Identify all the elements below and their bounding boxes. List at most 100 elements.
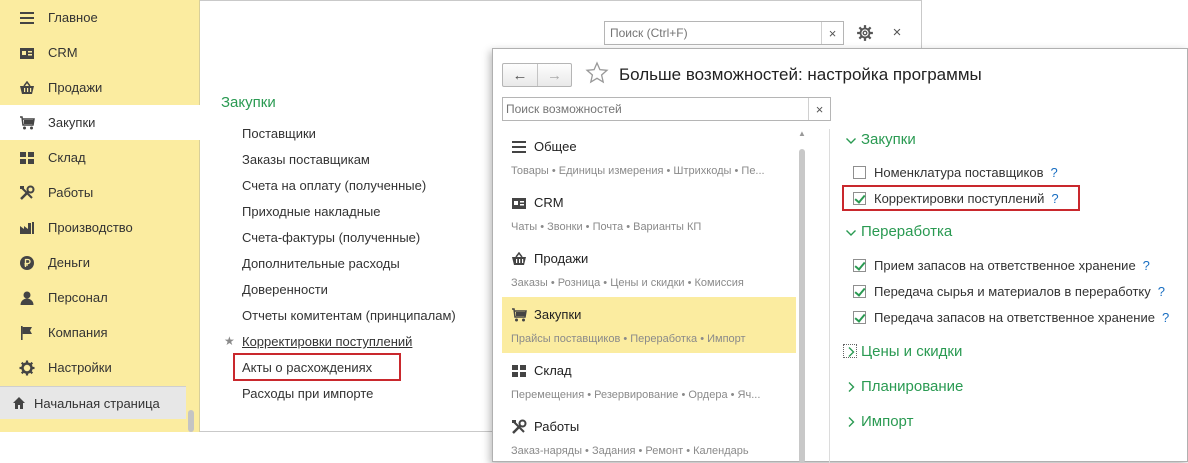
warehouse-grid-icon bbox=[510, 362, 528, 380]
forward-arrow-icon[interactable]: → bbox=[536, 64, 571, 86]
features-search-input[interactable] bbox=[503, 98, 808, 120]
category-label: Работы bbox=[534, 419, 580, 434]
checkbox-checked[interactable] bbox=[853, 258, 866, 272]
main-sidebar: Главное CRM Продажи Закупки Склад Работы bbox=[0, 0, 200, 432]
category-label: CRM bbox=[534, 195, 564, 210]
category-description: Заказы • Розница • Цены и скидки • Комис… bbox=[511, 277, 744, 289]
chevron-down-icon[interactable] bbox=[845, 135, 857, 147]
highlight-frame bbox=[233, 353, 401, 381]
sidebar-item-label: Продажи bbox=[48, 80, 103, 95]
category-description: Товары • Единицы измерения • Штрихкоды •… bbox=[511, 165, 765, 177]
checkbox[interactable] bbox=[853, 165, 866, 179]
group-title-tseny-i-skidki[interactable]: Цены и скидки bbox=[861, 343, 962, 360]
category-label: Закупки bbox=[534, 307, 582, 322]
basket-icon bbox=[18, 79, 36, 97]
sidebar-item-label: Склад bbox=[48, 150, 86, 165]
gear-icon[interactable] bbox=[854, 22, 876, 44]
sidebar-item-zakupki[interactable]: Закупки bbox=[0, 105, 200, 140]
option-nomenklatura-postavshchikov[interactable]: Номенклатура поставщиков ? bbox=[853, 163, 1058, 181]
category-label: Общее bbox=[534, 139, 577, 154]
scroll-thumb[interactable] bbox=[799, 149, 805, 463]
cart-icon bbox=[510, 306, 528, 324]
tools-icon bbox=[18, 184, 36, 202]
group-title-import[interactable]: Импорт bbox=[861, 413, 913, 430]
checkbox-checked[interactable] bbox=[853, 284, 866, 298]
clear-icon[interactable]: × bbox=[808, 98, 830, 120]
help-icon[interactable]: ? bbox=[1143, 258, 1150, 273]
option-priem-zapasov[interactable]: Прием запасов на ответственное хранение … bbox=[853, 256, 1150, 274]
home-page-tab[interactable]: Начальная страница bbox=[0, 386, 186, 419]
flag-icon bbox=[18, 324, 36, 342]
option-label: Прием запасов на ответственное хранение bbox=[874, 257, 1136, 273]
sidebar-item-label: Производство bbox=[48, 220, 133, 235]
favorite-star-icon[interactable] bbox=[585, 61, 609, 85]
category-obshchee[interactable]: Общее Товары • Единицы измерения • Штрих… bbox=[502, 129, 796, 185]
link-scheta-na-oplatu[interactable]: Счета на оплату (полученные) bbox=[242, 178, 426, 193]
scroll-up-icon[interactable]: ▲ bbox=[798, 129, 806, 138]
factory-icon bbox=[18, 219, 36, 237]
category-prodazhi[interactable]: Продажи Заказы • Розница • Цены и скидки… bbox=[502, 241, 796, 297]
section-title: Закупки bbox=[221, 94, 276, 111]
category-sklad[interactable]: Склад Перемещения • Резервирование • Орд… bbox=[502, 353, 796, 409]
sidebar-item-label: CRM bbox=[48, 45, 78, 60]
sidebar-scrollbar[interactable] bbox=[188, 410, 194, 432]
link-postavshchiki[interactable]: Поставщики bbox=[242, 126, 316, 141]
chevron-down-icon[interactable] bbox=[845, 227, 857, 239]
sidebar-item-label: Главное bbox=[48, 10, 98, 25]
help-icon[interactable]: ? bbox=[1051, 165, 1058, 180]
sidebar-item-nastroyki[interactable]: Настройки bbox=[0, 350, 200, 385]
category-zakupki[interactable]: Закупки Прайсы поставщиков • Переработка… bbox=[502, 297, 796, 353]
category-crm[interactable]: CRM Чаты • Звонки • Почта • Варианты КП bbox=[502, 185, 796, 241]
option-peredacha-syrya[interactable]: Передача сырья и материалов в переработк… bbox=[853, 282, 1165, 300]
sidebar-item-label: Работы bbox=[48, 185, 94, 200]
close-icon[interactable]: × bbox=[888, 23, 906, 41]
sidebar-item-raboty[interactable]: Работы bbox=[0, 175, 200, 210]
category-scrollbar[interactable]: ▲ bbox=[798, 129, 806, 463]
group-title-planirovanie[interactable]: Планирование bbox=[861, 378, 963, 395]
link-dop-raskhody[interactable]: Дополнительные расходы bbox=[242, 256, 400, 271]
link-raskhody-pri-importe[interactable]: Расходы при импорте bbox=[242, 386, 373, 401]
link-scheta-faktury[interactable]: Счета-фактуры (полученные) bbox=[242, 230, 420, 245]
chevron-right-icon[interactable] bbox=[845, 381, 857, 393]
sidebar-item-dengi[interactable]: Деньги bbox=[0, 245, 200, 280]
sidebar-item-glavnoe[interactable]: Главное bbox=[0, 0, 200, 35]
contact-card-icon bbox=[18, 44, 36, 62]
category-description: Заказ-наряды • Задания • Ремонт • Календ… bbox=[511, 445, 749, 457]
home-icon bbox=[10, 394, 28, 412]
sidebar-item-kompaniya[interactable]: Компания bbox=[0, 315, 200, 350]
group-title-zakupki[interactable]: Закупки bbox=[861, 131, 916, 148]
features-search-field[interactable]: × bbox=[502, 97, 831, 121]
sidebar-item-prodazhi[interactable]: Продажи bbox=[0, 70, 200, 105]
link-korrektirovki[interactable]: Корректировки поступлений bbox=[242, 334, 412, 349]
help-icon[interactable]: ? bbox=[1162, 310, 1169, 325]
link-prikhodnye-nakladnye[interactable]: Приходные накладные bbox=[242, 204, 380, 219]
gear-icon bbox=[18, 359, 36, 377]
checkbox-checked[interactable] bbox=[853, 310, 866, 324]
panel-search-field[interactable]: × bbox=[604, 21, 844, 45]
chevron-right-icon[interactable] bbox=[845, 416, 857, 428]
group-title-pererabotka[interactable]: Переработка bbox=[861, 223, 952, 240]
sidebar-item-label: Настройки bbox=[48, 360, 112, 375]
sidebar-item-personal[interactable]: Персонал bbox=[0, 280, 200, 315]
link-otchety-komitentam[interactable]: Отчеты комитентам (принципалам) bbox=[242, 308, 456, 323]
person-icon bbox=[18, 289, 36, 307]
tools-icon bbox=[510, 418, 528, 436]
chevron-right-icon[interactable] bbox=[845, 346, 857, 358]
panel-search-input[interactable] bbox=[605, 22, 821, 44]
category-raboty[interactable]: Работы Заказ-наряды • Задания • Ремонт •… bbox=[502, 409, 796, 463]
sidebar-item-label: Закупки bbox=[48, 115, 96, 130]
sidebar-item-proizvodstvo[interactable]: Производство bbox=[0, 210, 200, 245]
sidebar-item-label: Персонал bbox=[48, 290, 108, 305]
sidebar-item-label: Компания bbox=[48, 325, 108, 340]
category-list: Общее Товары • Единицы измерения • Штрих… bbox=[502, 129, 818, 463]
contact-card-icon bbox=[510, 194, 528, 212]
clear-icon[interactable]: × bbox=[821, 22, 843, 44]
link-doverennosti[interactable]: Доверенности bbox=[242, 282, 328, 297]
sidebar-item-crm[interactable]: CRM bbox=[0, 35, 200, 70]
link-zakazy-postavshchikam[interactable]: Заказы поставщикам bbox=[242, 152, 370, 167]
sidebar-item-sklad[interactable]: Склад bbox=[0, 140, 200, 175]
help-icon[interactable]: ? bbox=[1158, 284, 1165, 299]
option-label: Передача сырья и материалов в переработк… bbox=[874, 283, 1151, 299]
option-peredacha-zapasov[interactable]: Передача запасов на ответственное хранен… bbox=[853, 308, 1169, 326]
back-arrow-icon[interactable]: ← bbox=[503, 64, 537, 86]
